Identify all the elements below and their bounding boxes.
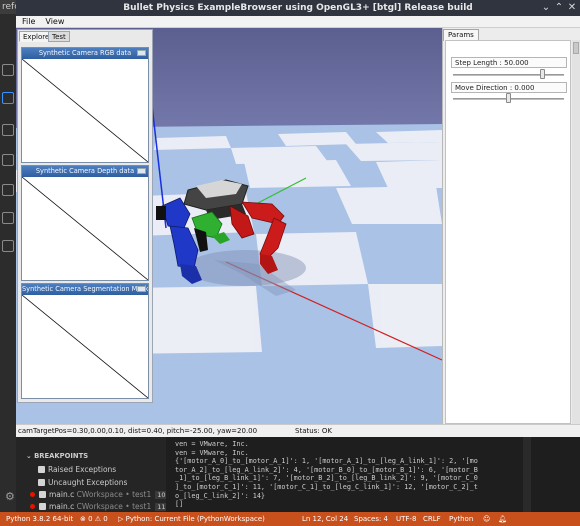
terminal-line: {'[motor_A_0]_to_[motor_A_1]': 1, '[moto… (175, 457, 478, 466)
maximize-icon[interactable]: ⌃ (553, 0, 565, 16)
terminal-line: _1]_to_[leg_B_link_1]': 7, '[motor_B_2]_… (175, 474, 478, 483)
menu-view[interactable]: View (45, 17, 64, 26)
bullet-status-bar: camTargetPos=0.30,0.00,0.10, dist=0.40, … (16, 424, 580, 437)
rgb-camera-panel: Synthetic Camera RGB data (21, 47, 149, 163)
terminal-line: ]_to_[motor_C_1]': 11, '[motor_C_1]_to_[… (175, 482, 478, 491)
debug-icon[interactable] (2, 212, 14, 224)
problems-indicator[interactable]: ⊗ 0 ⚠ 0 (80, 512, 108, 526)
terminal-output[interactable]: ven = VMware, Inc. ven = VMware, Inc. {'… (166, 437, 513, 512)
depth-camera-panel: Synthetic Camera Depth data (21, 165, 149, 281)
language-mode[interactable]: Python (449, 512, 473, 526)
minimize-icon[interactable]: ⌄ (540, 0, 552, 16)
breakpoint-raised-exceptions[interactable]: Raised Exceptions (38, 465, 116, 474)
params-panel: Params Step Length : 50.000 Move Directi… (442, 28, 580, 424)
depth-camera-title: Synthetic Camera Depth data (35, 167, 135, 175)
indent-spaces[interactable]: Spaces: 4 (354, 512, 388, 526)
search-icon[interactable] (2, 124, 14, 136)
terminal-scrollbar[interactable] (523, 437, 531, 512)
params-scrollbar[interactable] (572, 40, 580, 424)
breakpoints-panel: ⌄ BREAKPOINTS Raised Exceptions Uncaught… (16, 437, 168, 512)
notifications-icon[interactable]: 🔔︎ (498, 512, 507, 526)
run-debug-icon[interactable] (2, 92, 14, 104)
breakpoints-header[interactable]: ⌄ BREAKPOINTS (26, 452, 88, 460)
terminal-line: ven = VMware, Inc. (175, 448, 249, 457)
status-ok: Status: OK (295, 427, 332, 435)
breakpoint-main-10[interactable]: main.c CWorkspace • test1 10 (30, 490, 168, 499)
move-direction-slider-thumb[interactable] (506, 93, 511, 103)
run-config[interactable]: ▷ Python: Current File (PythonWorkspace) (118, 512, 265, 526)
line-endings[interactable]: CRLF (423, 512, 441, 526)
panel-minimize-icon[interactable] (137, 168, 146, 174)
step-length-slider[interactable] (453, 74, 564, 76)
rgb-camera-view (21, 58, 149, 166)
source-control-icon[interactable] (2, 154, 14, 166)
file-encoding[interactable]: UTF-8 (396, 512, 416, 526)
params-list: Step Length : 50.000 Move Direction : 0.… (445, 40, 571, 424)
close-icon[interactable]: ✕ (566, 0, 578, 16)
bullet-menu-bar: File View (16, 16, 580, 28)
segmentation-camera-title: Synthetic Camera Segmentation Mask (22, 285, 148, 293)
explorer-icon[interactable] (2, 64, 14, 76)
panel-minimize-icon[interactable] (137, 286, 146, 292)
chevron-down-icon: ⌄ (26, 452, 35, 460)
terminal-scroll-area (513, 437, 580, 512)
move-direction-label: Move Direction : 0.000 (451, 82, 567, 93)
depth-camera-view (21, 176, 149, 284)
menu-file[interactable]: File (22, 17, 35, 26)
checkbox-icon[interactable] (38, 466, 45, 473)
terminal-line: ven = VMware, Inc. (175, 440, 249, 448)
breakpoint-main-11[interactable]: main.c CWorkspace • test1 11 (30, 502, 168, 511)
vscode-activity-bar (0, 0, 16, 512)
segmentation-camera-panel: Synthetic Camera Segmentation Mask (21, 283, 149, 399)
checkbox-icon[interactable] (39, 503, 46, 510)
bullet-window-title: Bullet Physics ExampleBrowser using Open… (16, 0, 580, 16)
breakpoint-uncaught-exceptions[interactable]: Uncaught Exceptions (38, 478, 127, 487)
checkbox-icon[interactable] (39, 491, 46, 498)
rgb-camera-title: Synthetic Camera RGB data (38, 49, 132, 57)
vscode-status-bar: Python 3.8.2 64-bit ⊗ 0 ⚠ 0 ▷ Python: Cu… (0, 512, 580, 526)
remote-icon[interactable] (2, 240, 14, 252)
tab-test[interactable]: Test (48, 31, 70, 42)
breakpoint-dot-icon (30, 492, 35, 497)
step-length-slider-thumb[interactable] (539, 69, 545, 79)
camera-target-readout: camTargetPos=0.30,0.00,0.10, dist=0.40, … (18, 427, 258, 435)
gear-icon[interactable]: ⚙ (5, 491, 16, 502)
breakpoint-dot-icon (30, 504, 35, 509)
cursor-position[interactable]: Ln 12, Col 24 (302, 512, 348, 526)
step-length-label: Step Length : 50.000 (451, 57, 567, 68)
terminal-line: tor_A_2]_to_[leg_A_link_2]': 4, '[motor_… (175, 465, 478, 474)
screen: refc Bullet Physics ExampleBrowser using… (0, 0, 580, 526)
feedback-icon[interactable]: ☺ (483, 512, 490, 526)
explorer-panel: Explorer Test Synthetic Camera RGB data … (17, 29, 153, 403)
checkbox-icon[interactable] (38, 479, 45, 486)
panel-minimize-icon[interactable] (137, 50, 146, 56)
terminal-line: [] (175, 500, 184, 509)
python-interpreter[interactable]: Python 3.8.2 64-bit (6, 512, 73, 526)
terminal-line: o_[leg_C_link_2]': 14} (175, 491, 266, 500)
segmentation-camera-view (21, 294, 149, 402)
extensions-icon[interactable] (2, 184, 14, 196)
